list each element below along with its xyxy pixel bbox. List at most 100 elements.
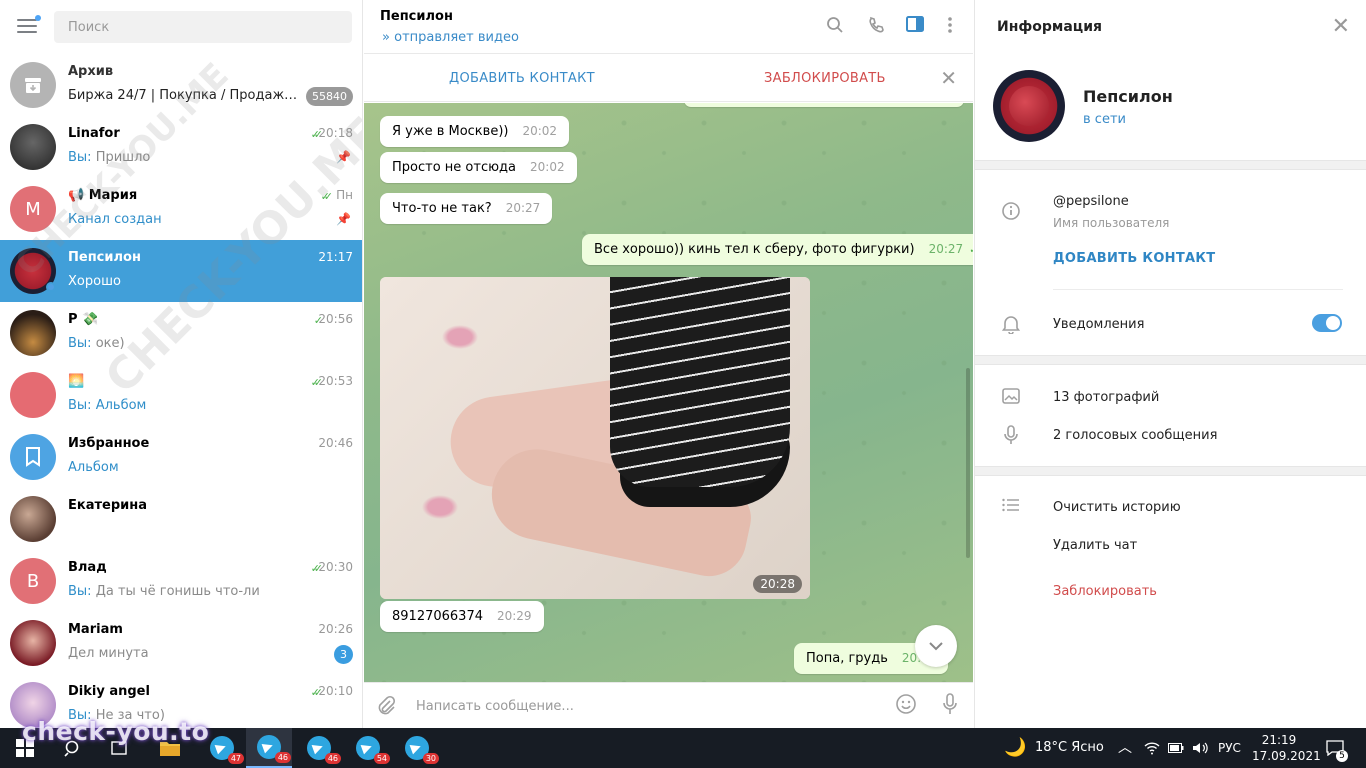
read-ticks-icon: ✓✓	[310, 128, 324, 141]
menu-icon[interactable]	[17, 15, 41, 33]
chat-time: 20:30	[318, 560, 353, 574]
clock-time: 21:19	[1261, 733, 1297, 747]
chat-item-maria[interactable]: М 📢 Мария ✓✓ Пн Канал создан 📌	[0, 178, 362, 240]
chat-item-ekaterina[interactable]: Екатерина	[0, 488, 362, 550]
add-contact-link[interactable]: ДОБАВИТЬ КОНТАКТ	[1053, 251, 1215, 266]
avatar	[10, 620, 56, 666]
close-icon[interactable]: ✕	[940, 66, 957, 90]
sidebar-topbar	[0, 0, 362, 54]
block-button[interactable]: ЗАБЛОКИРОВАТЬ	[764, 71, 886, 86]
telegram-taskbar-icon[interactable]: 46	[300, 728, 341, 768]
chat-name: Влад	[68, 560, 107, 575]
taskbar-badge: 46	[274, 752, 291, 763]
wifi-icon[interactable]	[1144, 728, 1160, 768]
message-bubble-outgoing[interactable]: Все хорошо)) кинь тел к сберу, фото фигу…	[582, 234, 973, 265]
chat-item-saved[interactable]: Избранное 20:46 Альбом	[0, 426, 362, 488]
chat-time: 20:56	[318, 312, 353, 326]
chat-name: Dikiy angel	[68, 684, 150, 699]
notifications-toggle[interactable]	[1312, 314, 1342, 332]
chat-item-pepsilon[interactable]: Пепсилон 21:17 Хорошо	[0, 240, 362, 302]
chat-name: 📢 Мария	[68, 188, 138, 203]
preview-text: Пришло	[95, 150, 151, 165]
message-bubble-partial	[684, 103, 964, 107]
message-text: Попа, грудь	[806, 651, 888, 666]
divider	[975, 466, 1366, 476]
more-icon[interactable]	[939, 16, 961, 38]
scroll-down-button[interactable]	[915, 625, 957, 667]
telegram-taskbar-icon[interactable]: 46	[246, 728, 292, 768]
photo-message[interactable]: 20:28	[380, 277, 810, 599]
chat-item-mariam[interactable]: Mariam 20:26 Дел минута 3	[0, 612, 362, 674]
clear-history-button[interactable]: Очистить историю	[1053, 500, 1181, 515]
chat-preview: Хорошо	[68, 274, 121, 289]
message-bubble[interactable]: Я уже в Москве)) 20:02	[380, 116, 570, 147]
microphone-icon[interactable]	[941, 693, 959, 720]
chat-item-linafor[interactable]: Linafor ✓✓ 20:18 Вы: Пришло 📌	[0, 116, 362, 178]
chat-name: Mariam	[68, 622, 123, 637]
message-composer	[364, 682, 973, 728]
chat-name: Екатерина	[68, 498, 147, 513]
message-input[interactable]	[416, 693, 876, 719]
unread-badge: 3	[334, 645, 353, 664]
notification-count: 5	[1336, 750, 1348, 762]
emoji-icon[interactable]	[895, 693, 917, 720]
close-icon[interactable]: ✕	[1332, 14, 1350, 39]
message-text: 89127066374	[392, 609, 483, 624]
delete-chat-button[interactable]: Удалить чат	[1053, 538, 1137, 553]
phone-icon[interactable]	[865, 16, 887, 38]
chat-name: 🌅	[68, 374, 85, 389]
message-text: Я уже в Москве))	[392, 124, 509, 139]
chat-title[interactable]: Пепсилон	[380, 9, 453, 24]
chat-item-sunset[interactable]: 🌅 ✓✓ 20:53 Вы: Альбом	[0, 364, 362, 426]
language-indicator[interactable]: РУС	[1218, 728, 1241, 768]
chat-time: 20:26	[318, 622, 353, 636]
weather-text[interactable]: 18°C Ясно	[1035, 728, 1104, 768]
chat-name: Архив	[68, 64, 114, 79]
clock[interactable]: 21:19 17.09.2021	[1252, 732, 1321, 764]
chat-item-r[interactable]: Р 💸 ✓ 20:56 Вы: оке)	[0, 302, 362, 364]
sidebar-toggle-icon[interactable]	[904, 16, 926, 38]
divider	[975, 355, 1366, 365]
chat-list-sidebar: Архив Биржа 24/7 | Покупка / Продажа к..…	[0, 0, 363, 728]
message-scrollbar[interactable]	[966, 368, 970, 558]
telegram-taskbar-icon[interactable]: 30	[398, 728, 439, 768]
message-bubble[interactable]: Что-то не так? 20:27	[380, 193, 553, 224]
chevron-up-icon[interactable]: ︿	[1118, 728, 1132, 768]
chat-preview: Вы: оке)	[68, 336, 298, 351]
chat-item-vlad[interactable]: В Влад ✓✓ 20:30 Вы: Да ты чё гонишь что-…	[0, 550, 362, 612]
read-ticks-icon: ✓	[313, 314, 324, 327]
online-indicator	[46, 282, 56, 292]
photos-count[interactable]: 13 фотографий	[1053, 390, 1159, 405]
telegram-taskbar-icon[interactable]: 54	[349, 728, 390, 768]
block-user-button[interactable]: Заблокировать	[1053, 584, 1157, 599]
chat-name: Пепсилон	[68, 250, 141, 265]
you-label: Вы:	[68, 336, 92, 351]
voice-count[interactable]: 2 голосовых сообщения	[1053, 428, 1217, 443]
message-time: 20:02	[522, 124, 558, 138]
chat-item-archive[interactable]: Архив Биржа 24/7 | Покупка / Продажа к..…	[0, 54, 362, 116]
avatar	[10, 496, 56, 542]
profile-avatar[interactable]	[993, 70, 1065, 142]
taskbar-badge: 54	[373, 753, 390, 764]
divider	[1053, 289, 1343, 290]
username-value[interactable]: @pepsilone	[1053, 194, 1129, 209]
attach-icon[interactable]	[376, 695, 396, 720]
search-icon[interactable]	[824, 16, 846, 38]
search-input[interactable]	[54, 11, 352, 43]
chat-time: 20:46	[318, 436, 353, 450]
add-contact-button[interactable]: ДОБАВИТЬ КОНТАКТ	[449, 71, 595, 86]
photo-icon	[1001, 387, 1021, 407]
notification-center-icon[interactable]: 5	[1320, 728, 1350, 768]
chat-time: Пн	[336, 188, 353, 202]
chat-header: Пепсилон » отправляет видео	[364, 0, 973, 54]
message-bubble[interactable]: Просто не отсюда 20:02	[380, 152, 577, 183]
pin-icon: 📌	[336, 150, 351, 164]
battery-icon[interactable]	[1168, 728, 1184, 768]
photo-shape	[610, 277, 790, 487]
taskbar-badge: 30	[422, 753, 439, 764]
message-bubble[interactable]: 89127066374 20:29	[380, 601, 544, 632]
chat-name: Избранное	[68, 436, 150, 451]
chat-time: 20:53	[318, 374, 353, 388]
bell-icon	[1001, 314, 1021, 335]
volume-icon[interactable]	[1192, 728, 1208, 768]
